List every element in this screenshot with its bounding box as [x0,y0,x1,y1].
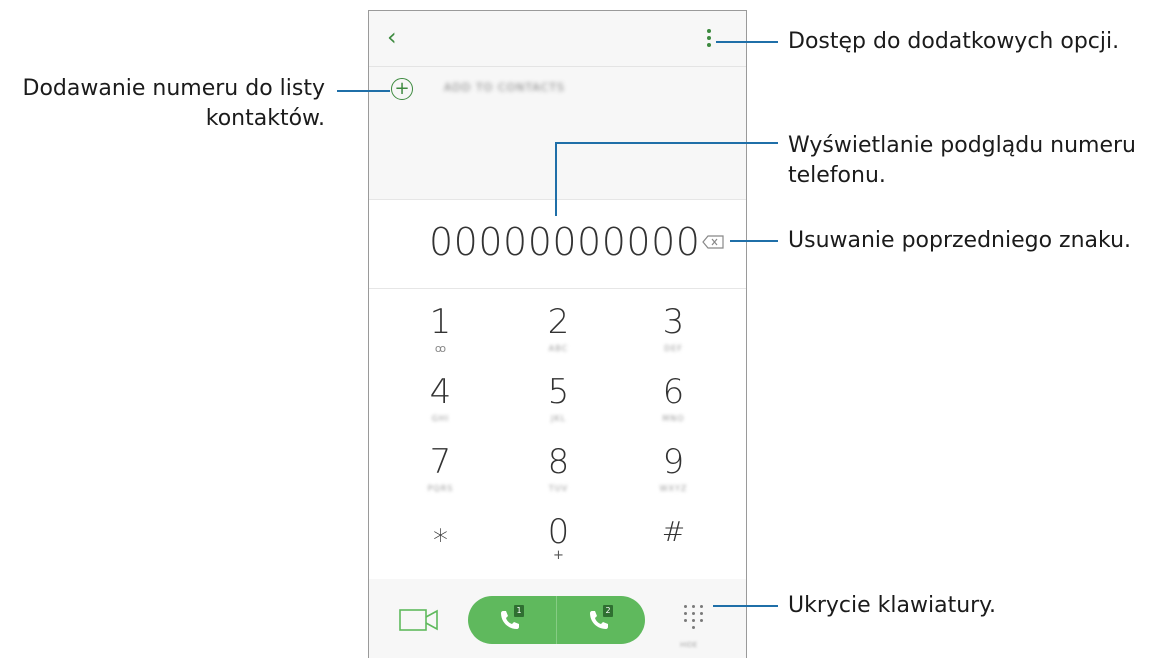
key-letters: GHI [431,414,450,423]
annotation-more-options: Dostęp do dodatkowych opcji. [788,29,1120,54]
call-sim1-button[interactable]: 1 [468,596,556,644]
key-1[interactable]: 1 ꝏ [378,289,503,359]
annotation-hide-keypad: Ukrycie klawiatury. [788,593,997,618]
key-6[interactable]: 6 MNO [611,359,736,429]
annotation-text: Dodawanie numeru do listy [22,76,326,101]
annotation-preview: Wyświetlanie podglądu numeru telefonu. [788,131,1136,191]
key-letters: JKL [550,414,567,423]
key-digit: 3 [662,302,685,342]
dial-keypad: 1 ꝏ 2 ABC 3 DEF 4 GHI 5 JKL 6 MNO 7 PQRS… [369,289,746,579]
key-digit: 5 [547,372,570,412]
key-digit: # [661,515,686,548]
key-9[interactable]: 9 WXYZ [611,429,736,499]
key-digit: 9 [662,442,685,482]
leader-line [337,90,390,92]
key-digit: 8 [547,442,570,482]
annotation-text: kontaktów. [205,106,325,131]
sim2-badge: 2 [603,605,613,617]
video-call-icon[interactable] [399,607,439,633]
leader-line [555,142,557,216]
leader-line [716,41,778,43]
annotation-add-number: Dodawanie numeru do listy kontaktów. [23,74,326,134]
key-digit: 1 [429,302,452,342]
leader-line [555,142,778,144]
leader-line [730,240,778,242]
key-3[interactable]: 3 DEF [611,289,736,359]
hide-keypad-icon[interactable] [682,605,708,635]
plus-icon[interactable]: + [391,78,413,100]
annotation-text: Wyświetlanie podglądu numeru [788,133,1136,158]
key-letters: MNO [662,414,685,423]
key-0[interactable]: 0 + [496,499,621,569]
key-8[interactable]: 8 TUV [496,429,621,499]
key-letters: ABC [548,344,569,353]
key-5[interactable]: 5 JKL [496,359,621,429]
voicemail-icon: ꝏ [434,342,447,355]
call-sim2-button[interactable]: 2 [557,596,645,644]
key-digit: 7 [429,442,452,482]
key-digit: 6 [662,372,685,412]
key-letters: TUV [548,484,569,493]
key-digit: 0 [547,512,570,552]
key-4[interactable]: 4 GHI [378,359,503,429]
bottom-action-bar: 1 2 HIDE [369,579,746,658]
key-letters: PQRS [427,484,454,493]
number-preview: 00000000000 [369,199,746,289]
dialer-screen: ‹ + ADD TO CONTACTS 00000000000 1 ꝏ 2 AB… [368,10,747,658]
top-bar: ‹ [369,11,746,67]
key-letters: DEF [664,344,683,353]
dialed-number: 00000000000 [429,220,701,264]
chevron-left-icon[interactable]: ‹ [387,25,397,49]
add-to-contacts-row[interactable]: + ADD TO CONTACTS [369,67,746,117]
more-vertical-icon[interactable] [704,29,714,51]
key-7[interactable]: 7 PQRS [378,429,503,499]
annotation-delete: Usuwanie poprzedniego znaku. [788,228,1132,253]
hide-keypad-label[interactable]: HIDE [680,641,697,649]
key-letters: + [553,548,564,563]
key-digit: ⁎ [433,514,448,549]
key-2[interactable]: 2 ABC [496,289,621,359]
sim1-badge: 1 [514,605,524,617]
add-to-contacts-label[interactable]: ADD TO CONTACTS [444,81,565,94]
key-hash[interactable]: # [611,499,736,569]
key-letters: WXYZ [659,484,688,493]
leader-line [713,605,778,607]
call-buttons: 1 2 [468,596,645,644]
key-digit: 4 [429,372,452,412]
key-digit: 2 [547,302,570,342]
backspace-icon[interactable] [702,235,724,249]
key-star[interactable]: ⁎ [378,499,503,569]
annotation-text: telefonu. [788,163,886,188]
